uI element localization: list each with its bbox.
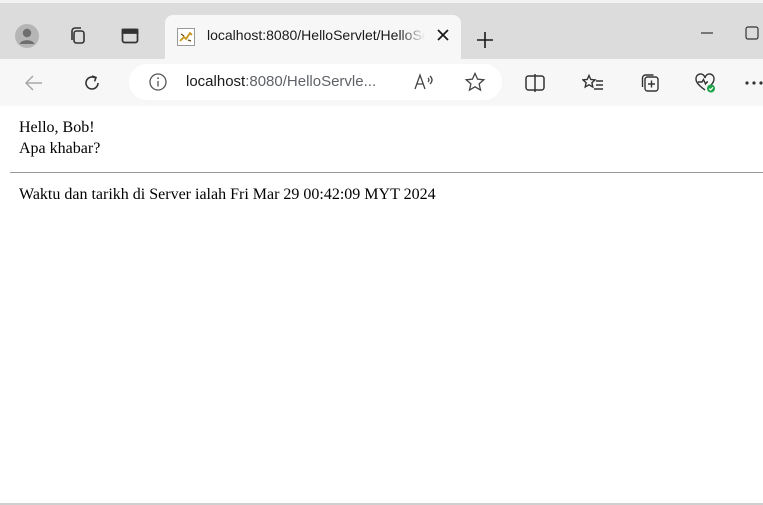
refresh-icon[interactable] bbox=[80, 72, 104, 94]
tomcat-favicon-icon bbox=[177, 28, 195, 46]
browser-toolbar: localhost:8080/HelloServle... bbox=[0, 59, 763, 106]
server-time-text: Waktu dan tarikh di Server ialah Fri Mar… bbox=[19, 186, 436, 203]
profile-icon[interactable] bbox=[14, 23, 40, 49]
maximize-button[interactable] bbox=[742, 23, 762, 43]
address-bar[interactable]: localhost:8080/HelloServle... bbox=[129, 64, 502, 100]
minimize-button[interactable] bbox=[697, 23, 717, 43]
new-tab-button[interactable] bbox=[474, 29, 496, 51]
question-text: Apa khabar? bbox=[19, 140, 101, 157]
url-rest: :8080/HelloServle... bbox=[245, 73, 377, 90]
info-icon[interactable] bbox=[147, 71, 169, 93]
star-icon[interactable] bbox=[463, 71, 487, 93]
split-screen-icon[interactable] bbox=[522, 71, 548, 95]
close-icon[interactable] bbox=[433, 25, 453, 45]
greeting-text: Hello, Bob! bbox=[19, 119, 95, 136]
favorites-list-icon[interactable] bbox=[580, 71, 606, 95]
tab-title: localhost:8080/HelloServlet/HelloServlet bbox=[207, 27, 425, 43]
address-url[interactable]: localhost:8080/HelloServle... bbox=[186, 73, 376, 90]
page-content: Hello, Bob! Apa khabar? Waktu dan tarikh… bbox=[0, 106, 763, 505]
workspaces-icon[interactable] bbox=[66, 24, 90, 48]
tab-actions-icon[interactable] bbox=[118, 24, 142, 48]
tab-bar: localhost:8080/HelloServlet/HelloServlet bbox=[0, 3, 763, 59]
read-aloud-icon[interactable] bbox=[412, 71, 436, 93]
url-host: localhost bbox=[186, 73, 246, 90]
horizontal-rule bbox=[10, 172, 763, 173]
collections-icon[interactable] bbox=[637, 71, 663, 95]
back-arrow-icon[interactable] bbox=[22, 72, 46, 94]
browser-essentials-icon[interactable] bbox=[692, 71, 718, 95]
active-tab[interactable]: localhost:8080/HelloServlet/HelloServlet bbox=[165, 15, 461, 59]
more-icon[interactable] bbox=[744, 71, 763, 95]
